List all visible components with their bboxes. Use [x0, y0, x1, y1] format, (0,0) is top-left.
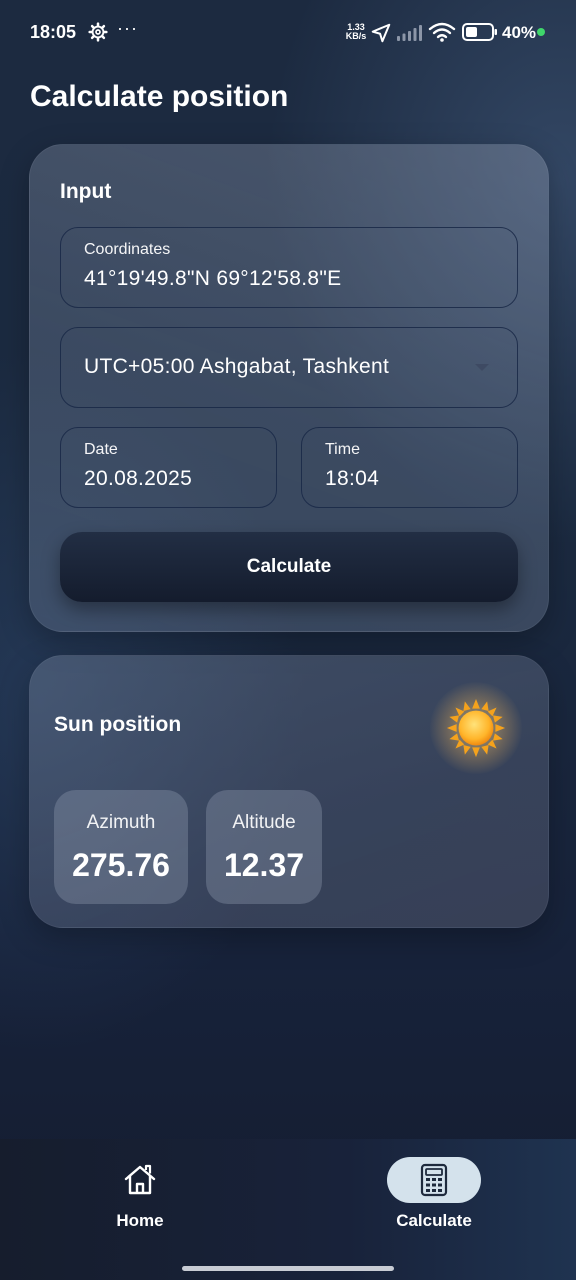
more-icon: ··· — [117, 18, 138, 38]
calculate-button[interactable]: Calculate — [60, 532, 518, 602]
gear-icon — [88, 22, 108, 42]
page-title: Calculate position — [30, 80, 289, 113]
date-field[interactable]: Date 20.08.2025 — [60, 427, 277, 508]
altitude-label: Altitude — [232, 812, 296, 833]
date-value: 20.08.2025 — [84, 467, 193, 490]
input-heading: Input — [60, 180, 112, 203]
battery-percent: 40% — [502, 23, 537, 42]
azimuth-value: 275.76 — [72, 847, 170, 883]
time-field[interactable]: Time 18:04 — [301, 427, 518, 508]
privacy-indicator-dot — [537, 28, 545, 36]
azimuth-tile: Azimuth 275.76 — [54, 790, 188, 904]
date-label: Date — [84, 441, 118, 458]
sun-position-heading: Sun position — [54, 713, 182, 736]
azimuth-label: Azimuth — [86, 812, 156, 833]
network-speed-unit: KB/s — [345, 31, 367, 41]
nav-home-label: Home — [116, 1211, 164, 1230]
calculator-icon — [420, 1163, 448, 1197]
coordinates-value: 41°19'49.8"N 69°12'58.8"E — [84, 267, 342, 290]
wifi-icon — [428, 22, 456, 42]
battery-icon — [462, 23, 497, 41]
sun-icon — [446, 698, 506, 758]
home-icon — [124, 1164, 156, 1195]
time-label: Time — [325, 441, 360, 458]
navigation-arrow-icon — [371, 23, 391, 43]
home-indicator[interactable] — [182, 1266, 394, 1271]
nav-item-calculate[interactable]: Calculate — [364, 1157, 504, 1237]
timezone-select[interactable]: UTC+05:00 Ashgabat, Tashkent — [60, 327, 518, 408]
signal-icon — [397, 25, 422, 41]
nav-item-home[interactable]: Home — [70, 1157, 210, 1237]
altitude-tile: Altitude 12.37 — [206, 790, 322, 904]
time-value: 18:04 — [325, 467, 380, 490]
coordinates-label: Coordinates — [84, 241, 171, 258]
nav-calculate-icon-container — [387, 1157, 481, 1203]
timezone-selected-value: UTC+05:00 Ashgabat, Tashkent — [84, 355, 390, 378]
nav-calculate-label: Calculate — [396, 1211, 472, 1230]
dropdown-arrow-icon — [475, 364, 489, 371]
altitude-value: 12.37 — [223, 847, 305, 883]
nav-home-icon-container — [93, 1157, 187, 1203]
sun-position-card: Sun position Azimuth 275.76 Altitude 12.… — [29, 655, 549, 928]
network-speed: 1.33 KB/s — [343, 23, 369, 41]
input-card: Input Coordinates 41°19'49.8"N 69°12'58.… — [29, 144, 549, 632]
status-bar: 18:05 ··· 1.33 KB/s 40% — [0, 0, 576, 66]
status-time: 18:05 — [30, 22, 77, 42]
coordinates-field[interactable]: Coordinates 41°19'49.8"N 69°12'58.8"E — [60, 227, 518, 308]
bottom-navigation: Home Calculate — [0, 1139, 576, 1280]
